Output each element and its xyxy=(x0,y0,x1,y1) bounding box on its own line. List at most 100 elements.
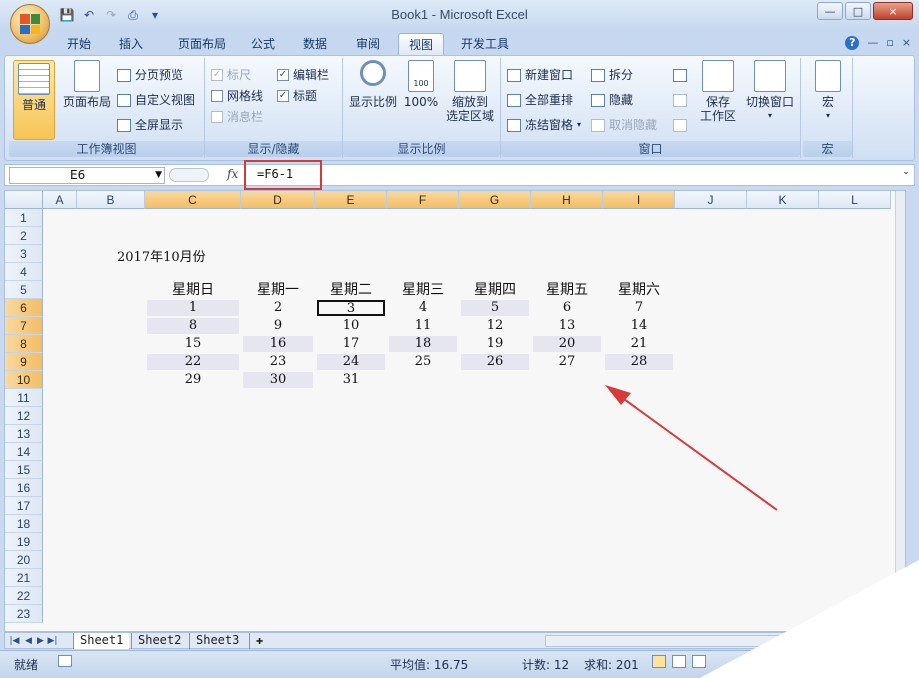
zoom-100-label: 100% xyxy=(403,95,439,109)
zoom-to-selection-button[interactable]: 缩放到 选定区域 xyxy=(443,60,497,123)
name-box[interactable]: E6 ▼ xyxy=(9,167,165,184)
tab-formulas[interactable]: 公式 xyxy=(244,33,282,56)
status-count: 计数: 12 xyxy=(522,658,570,672)
hide-label: 隐藏 xyxy=(609,93,634,107)
cancel-scroll-icon[interactable] xyxy=(169,168,209,182)
maximize-button[interactable]: □ xyxy=(845,2,871,20)
group-label-workbook-views: 工作簿视图 xyxy=(9,141,204,157)
save-workspace-label-2: 工作区 xyxy=(699,109,736,123)
zoom-to-selection-label-1: 缩放到 xyxy=(451,95,488,109)
message-bar-checkbox[interactable]: 消息栏 xyxy=(211,108,263,126)
full-screen-icon xyxy=(117,118,131,132)
sync-scroll-button[interactable] xyxy=(673,91,687,109)
insert-function-icon[interactable]: fx xyxy=(227,167,238,181)
new-window-button[interactable]: 新建窗口 xyxy=(507,66,573,84)
unhide-button[interactable]: 取消隐藏 xyxy=(591,116,657,134)
normal-view-status-icon[interactable] xyxy=(652,655,666,668)
macros-label: 宏 xyxy=(821,95,834,109)
chevron-down-icon: ▾ xyxy=(825,111,830,120)
page-curl-decoration xyxy=(700,560,919,678)
unhide-label: 取消隐藏 xyxy=(609,118,658,132)
formula-controls: fx xyxy=(169,167,239,184)
zoom-button[interactable]: 显示比例 xyxy=(347,60,399,109)
gridlines-checkbox[interactable]: 网格线 xyxy=(211,87,263,105)
window-title: Book1 - Microsoft Excel xyxy=(391,7,528,22)
reset-position-icon xyxy=(673,118,687,132)
ribbon-window-controls: ? — ▫ × xyxy=(845,36,911,50)
close-button[interactable]: × xyxy=(873,2,913,20)
last-sheet-icon[interactable]: ▶| xyxy=(47,634,58,648)
full-screen-label: 全屏显示 xyxy=(135,118,184,132)
custom-views-button[interactable]: 自定义视图 xyxy=(117,91,195,109)
arrange-all-button[interactable]: 全部重排 xyxy=(507,91,573,109)
office-logo-icon xyxy=(20,14,40,34)
page-break-preview-button[interactable]: 分页预览 xyxy=(117,66,183,84)
freeze-panes-icon xyxy=(507,118,521,132)
macro-record-icon[interactable] xyxy=(58,655,72,667)
custom-views-label: 自定义视图 xyxy=(135,93,196,107)
formula-bar: E6 ▼ fx =F6-1 ⌄ xyxy=(4,160,915,190)
tab-insert[interactable]: 插入 xyxy=(108,33,154,56)
next-sheet-icon[interactable]: ▶ xyxy=(35,634,46,648)
view-side-by-side-button[interactable] xyxy=(673,66,687,84)
message-bar-label: 消息栏 xyxy=(227,110,264,124)
chevron-down-icon: ▾ xyxy=(577,120,582,129)
prev-sheet-icon[interactable]: ◀ xyxy=(23,634,34,648)
minimize-button[interactable]: — xyxy=(817,2,843,20)
ribbon-restore-button[interactable]: ▫ xyxy=(886,36,893,50)
macros-button[interactable]: 宏 ▾ xyxy=(809,60,847,123)
tab-view[interactable]: 视图 xyxy=(398,33,444,56)
group-zoom: 显示比例 100 100% 缩放到 选定区域 显示比例 xyxy=(343,58,501,158)
tab-data[interactable]: 数据 xyxy=(296,33,334,56)
tab-page-layout[interactable]: 页面布局 xyxy=(164,33,240,56)
full-screen-button[interactable]: 全屏显示 xyxy=(117,116,183,134)
formula-input[interactable]: =F6-1 xyxy=(253,167,893,184)
sheet-tab-3[interactable]: Sheet3 xyxy=(189,633,245,649)
normal-view-button[interactable]: 普通 xyxy=(13,60,55,140)
office-button[interactable] xyxy=(10,4,50,44)
hide-icon xyxy=(591,93,605,107)
new-window-label: 新建窗口 xyxy=(525,68,574,82)
zoom-label: 显示比例 xyxy=(348,95,397,109)
magnifier-icon xyxy=(360,60,386,86)
ribbon-minimize-button[interactable]: — xyxy=(867,36,878,50)
group-label-window: 窗口 xyxy=(501,141,800,157)
status-average: 平均值: 16.75 xyxy=(390,658,469,672)
reset-position-button[interactable] xyxy=(673,116,687,134)
chevron-down-icon[interactable]: ▼ xyxy=(155,168,162,183)
formula-bar-checkbox[interactable]: ✓ 编辑栏 xyxy=(277,66,329,84)
freeze-panes-label: 冻结窗格 xyxy=(525,118,574,132)
save-workspace-icon xyxy=(702,60,734,92)
freeze-panes-button[interactable]: 冻结窗格 ▾ xyxy=(507,116,581,134)
expand-formula-bar-icon[interactable]: ⌄ xyxy=(900,167,912,183)
page-layout-view-button[interactable]: 页面布局 xyxy=(61,60,113,109)
window-controls: — □ × xyxy=(817,2,913,20)
ribbon-tabs: 开始 插入 页面布局 公式 数据 审阅 视图 开发工具 xyxy=(0,30,919,56)
zoom-to-selection-icon xyxy=(454,60,486,92)
checkmark-icon: ✓ xyxy=(277,69,289,81)
sheet-tab-2[interactable]: Sheet2 xyxy=(131,633,187,649)
first-sheet-icon[interactable]: |◀ xyxy=(9,634,20,648)
split-icon xyxy=(591,68,605,82)
insert-sheet-icon[interactable]: ✚ xyxy=(249,633,269,649)
page-layout-status-icon[interactable] xyxy=(672,655,686,668)
unhide-icon xyxy=(591,118,605,132)
tab-home[interactable]: 开始 xyxy=(58,33,100,56)
ruler-checkbox[interactable]: ✓ 标尺 xyxy=(211,66,251,84)
save-workspace-button[interactable]: 保存 工作区 xyxy=(697,60,739,123)
headings-checkbox[interactable]: ✓ 标题 xyxy=(277,87,317,105)
help-icon[interactable]: ? xyxy=(845,36,860,50)
switch-windows-button[interactable]: 切换窗口 ▾ xyxy=(743,60,797,123)
sheet-tab-1[interactable]: Sheet1 xyxy=(73,633,130,649)
hide-button[interactable]: 隐藏 xyxy=(591,91,633,109)
tab-developer[interactable]: 开发工具 xyxy=(452,33,518,56)
group-label-macros: 宏 xyxy=(803,141,852,157)
ribbon: 普通 页面布局 分页预览 自定义视图 全屏显示 工作簿视图 ✓ 标尺 网格线 消息… xyxy=(4,55,915,161)
group-show-hide: ✓ 标尺 网格线 消息栏 ✓ 编辑栏 ✓ 标题 显示/隐藏 xyxy=(205,58,343,158)
side-by-side-icon xyxy=(673,68,687,82)
ribbon-close-button[interactable]: × xyxy=(902,36,911,50)
normal-view-label: 普通 xyxy=(21,98,46,112)
tab-review[interactable]: 审阅 xyxy=(348,33,388,56)
split-button[interactable]: 拆分 xyxy=(591,66,633,84)
zoom-100-button[interactable]: 100 100% xyxy=(403,60,439,109)
